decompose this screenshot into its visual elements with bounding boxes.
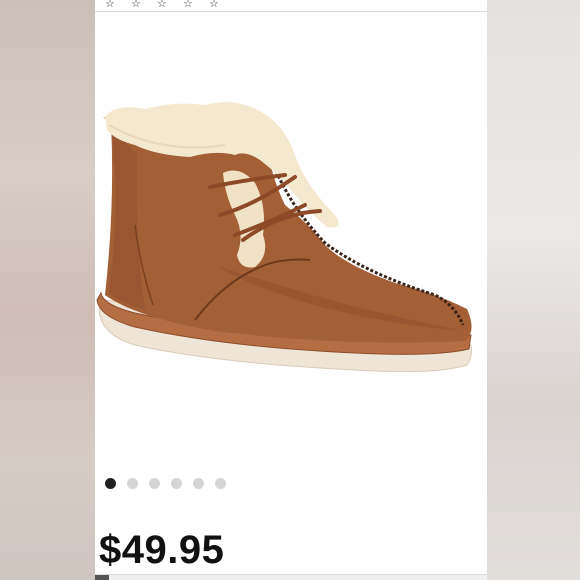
product-image[interactable] — [95, 95, 487, 395]
bottom-indicator — [95, 575, 109, 580]
carousel-dot[interactable] — [171, 478, 182, 489]
carousel-dot[interactable] — [127, 478, 138, 489]
carousel-dot[interactable] — [193, 478, 204, 489]
carousel-dot[interactable] — [215, 478, 226, 489]
bottom-bar — [95, 574, 487, 580]
background-blur-left — [0, 0, 95, 580]
divider — [95, 11, 487, 12]
background-blur-right — [487, 0, 580, 580]
star-icon: ☆ — [157, 0, 167, 9]
star-icon: ☆ — [183, 0, 193, 9]
image-carousel-dots[interactable] — [105, 478, 226, 489]
star-icon: ☆ — [209, 0, 219, 9]
listing-screenshot: ☆ ☆ ☆ ☆ ☆ $49.95 — [95, 0, 487, 580]
price-label: $49.95 — [99, 528, 225, 572]
carousel-dot[interactable] — [149, 478, 160, 489]
star-icon: ☆ — [131, 0, 141, 9]
star-icon: ☆ — [105, 0, 115, 9]
carousel-dot[interactable] — [105, 478, 116, 489]
rating-stars: ☆ ☆ ☆ ☆ ☆ — [105, 0, 221, 9]
